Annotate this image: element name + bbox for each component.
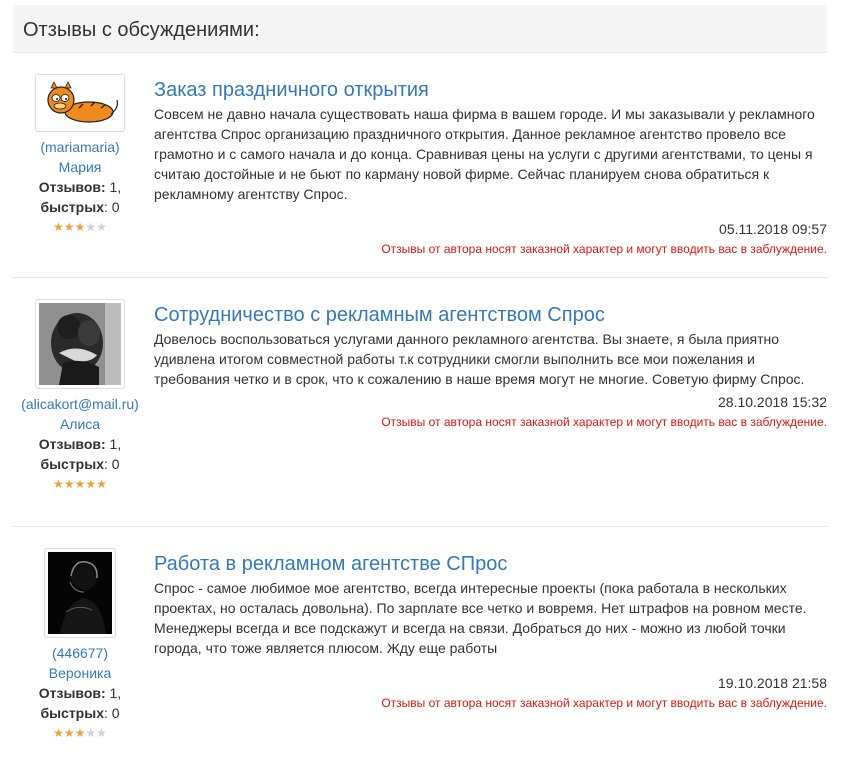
star-filled-icon: ★ bbox=[53, 726, 64, 740]
author-login[interactable]: (alicakort@mail.ru) bbox=[13, 394, 147, 414]
author-rating: ★★★★★ bbox=[13, 220, 147, 234]
review-warning: Отзывы от автора носят заказной характер… bbox=[381, 242, 827, 256]
author-quick-count: быстрых: 0 bbox=[40, 456, 120, 472]
star-filled-icon: ★ bbox=[74, 220, 86, 234]
review-author: (alicakort@mail.ru) Алиса Отзывов: 1, бы… bbox=[13, 299, 147, 491]
author-reviews-count: Отзывов: 1, bbox=[38, 436, 122, 452]
silhouette-photo-avatar-icon[interactable] bbox=[44, 548, 116, 638]
review-divider bbox=[13, 526, 827, 527]
author-rating: ★★★★★ bbox=[13, 726, 147, 740]
star-empty-icon: ★ bbox=[96, 726, 107, 740]
review-warning: Отзывы от автора носят заказной характер… bbox=[381, 696, 827, 710]
author-login[interactable]: (mariamaria) bbox=[13, 137, 147, 157]
review-author: (446677) Вероника Отзывов: 1, быстрых: 0… bbox=[13, 548, 147, 740]
review-text: Довелось воспользоваться услугами данног… bbox=[154, 331, 805, 387]
star-filled-icon: ★ bbox=[53, 477, 64, 491]
review-body: Сотрудничество с рекламным агентством Сп… bbox=[154, 303, 827, 429]
star-filled-icon: ★ bbox=[74, 477, 86, 491]
review-title-link[interactable]: Сотрудничество с рекламным агентством Сп… bbox=[154, 303, 827, 327]
star-empty-icon: ★ bbox=[85, 726, 97, 740]
review-date: 05.11.2018 09:57 bbox=[719, 221, 827, 237]
review-author: (mariamaria) Мария Отзывов: 1, быстрых: … bbox=[13, 74, 147, 234]
review-date: 19.10.2018 21:58 bbox=[718, 675, 827, 691]
star-filled-icon: ★ bbox=[53, 220, 64, 234]
section-header: Отзывы с обсуждениями: bbox=[13, 5, 827, 53]
author-login[interactable]: (446677) bbox=[13, 643, 147, 663]
author-name[interactable]: Алиса bbox=[13, 414, 147, 434]
review-title-link[interactable]: Работа в рекламном агентстве СПрос bbox=[154, 552, 827, 576]
star-filled-icon: ★ bbox=[85, 477, 97, 491]
star-empty-icon: ★ bbox=[96, 220, 107, 234]
section-title: Отзывы с обсуждениями: bbox=[23, 19, 260, 41]
author-reviews-count: Отзывов: 1, bbox=[38, 179, 122, 195]
star-filled-icon: ★ bbox=[74, 726, 86, 740]
review-body: Работа в рекламном агентстве СПрос Спрос… bbox=[154, 552, 827, 710]
star-empty-icon: ★ bbox=[85, 220, 97, 234]
review-date: 28.10.2018 15:32 bbox=[718, 394, 827, 410]
star-filled-icon: ★ bbox=[63, 220, 75, 234]
author-quick-count: быстрых: 0 bbox=[40, 199, 120, 215]
review-text: Спрос - самое любимое мое агентство, все… bbox=[154, 580, 807, 656]
author-name[interactable]: Вероника bbox=[13, 663, 147, 683]
author-name[interactable]: Мария bbox=[13, 157, 147, 177]
review-title-link[interactable]: Заказ праздничного открытия bbox=[154, 78, 827, 102]
review-divider bbox=[13, 277, 827, 278]
garfield-avatar-icon[interactable] bbox=[35, 74, 125, 132]
author-reviews-count: Отзывов: 1, bbox=[38, 685, 122, 701]
review-text: Совсем не давно начала существовать наша… bbox=[154, 106, 815, 202]
couple-photo-avatar-icon[interactable] bbox=[35, 299, 125, 389]
review-body: Заказ праздничного открытия Совсем не да… bbox=[154, 78, 827, 256]
star-filled-icon: ★ bbox=[96, 477, 107, 491]
star-filled-icon: ★ bbox=[63, 726, 75, 740]
reviews-page: Отзывы с обсуждениями: (mariamaria) Мари… bbox=[0, 0, 848, 763]
review-warning: Отзывы от автора носят заказной характер… bbox=[381, 415, 827, 429]
star-filled-icon: ★ bbox=[63, 477, 75, 491]
author-rating: ★★★★★ bbox=[13, 477, 147, 491]
author-quick-count: быстрых: 0 bbox=[40, 705, 120, 721]
